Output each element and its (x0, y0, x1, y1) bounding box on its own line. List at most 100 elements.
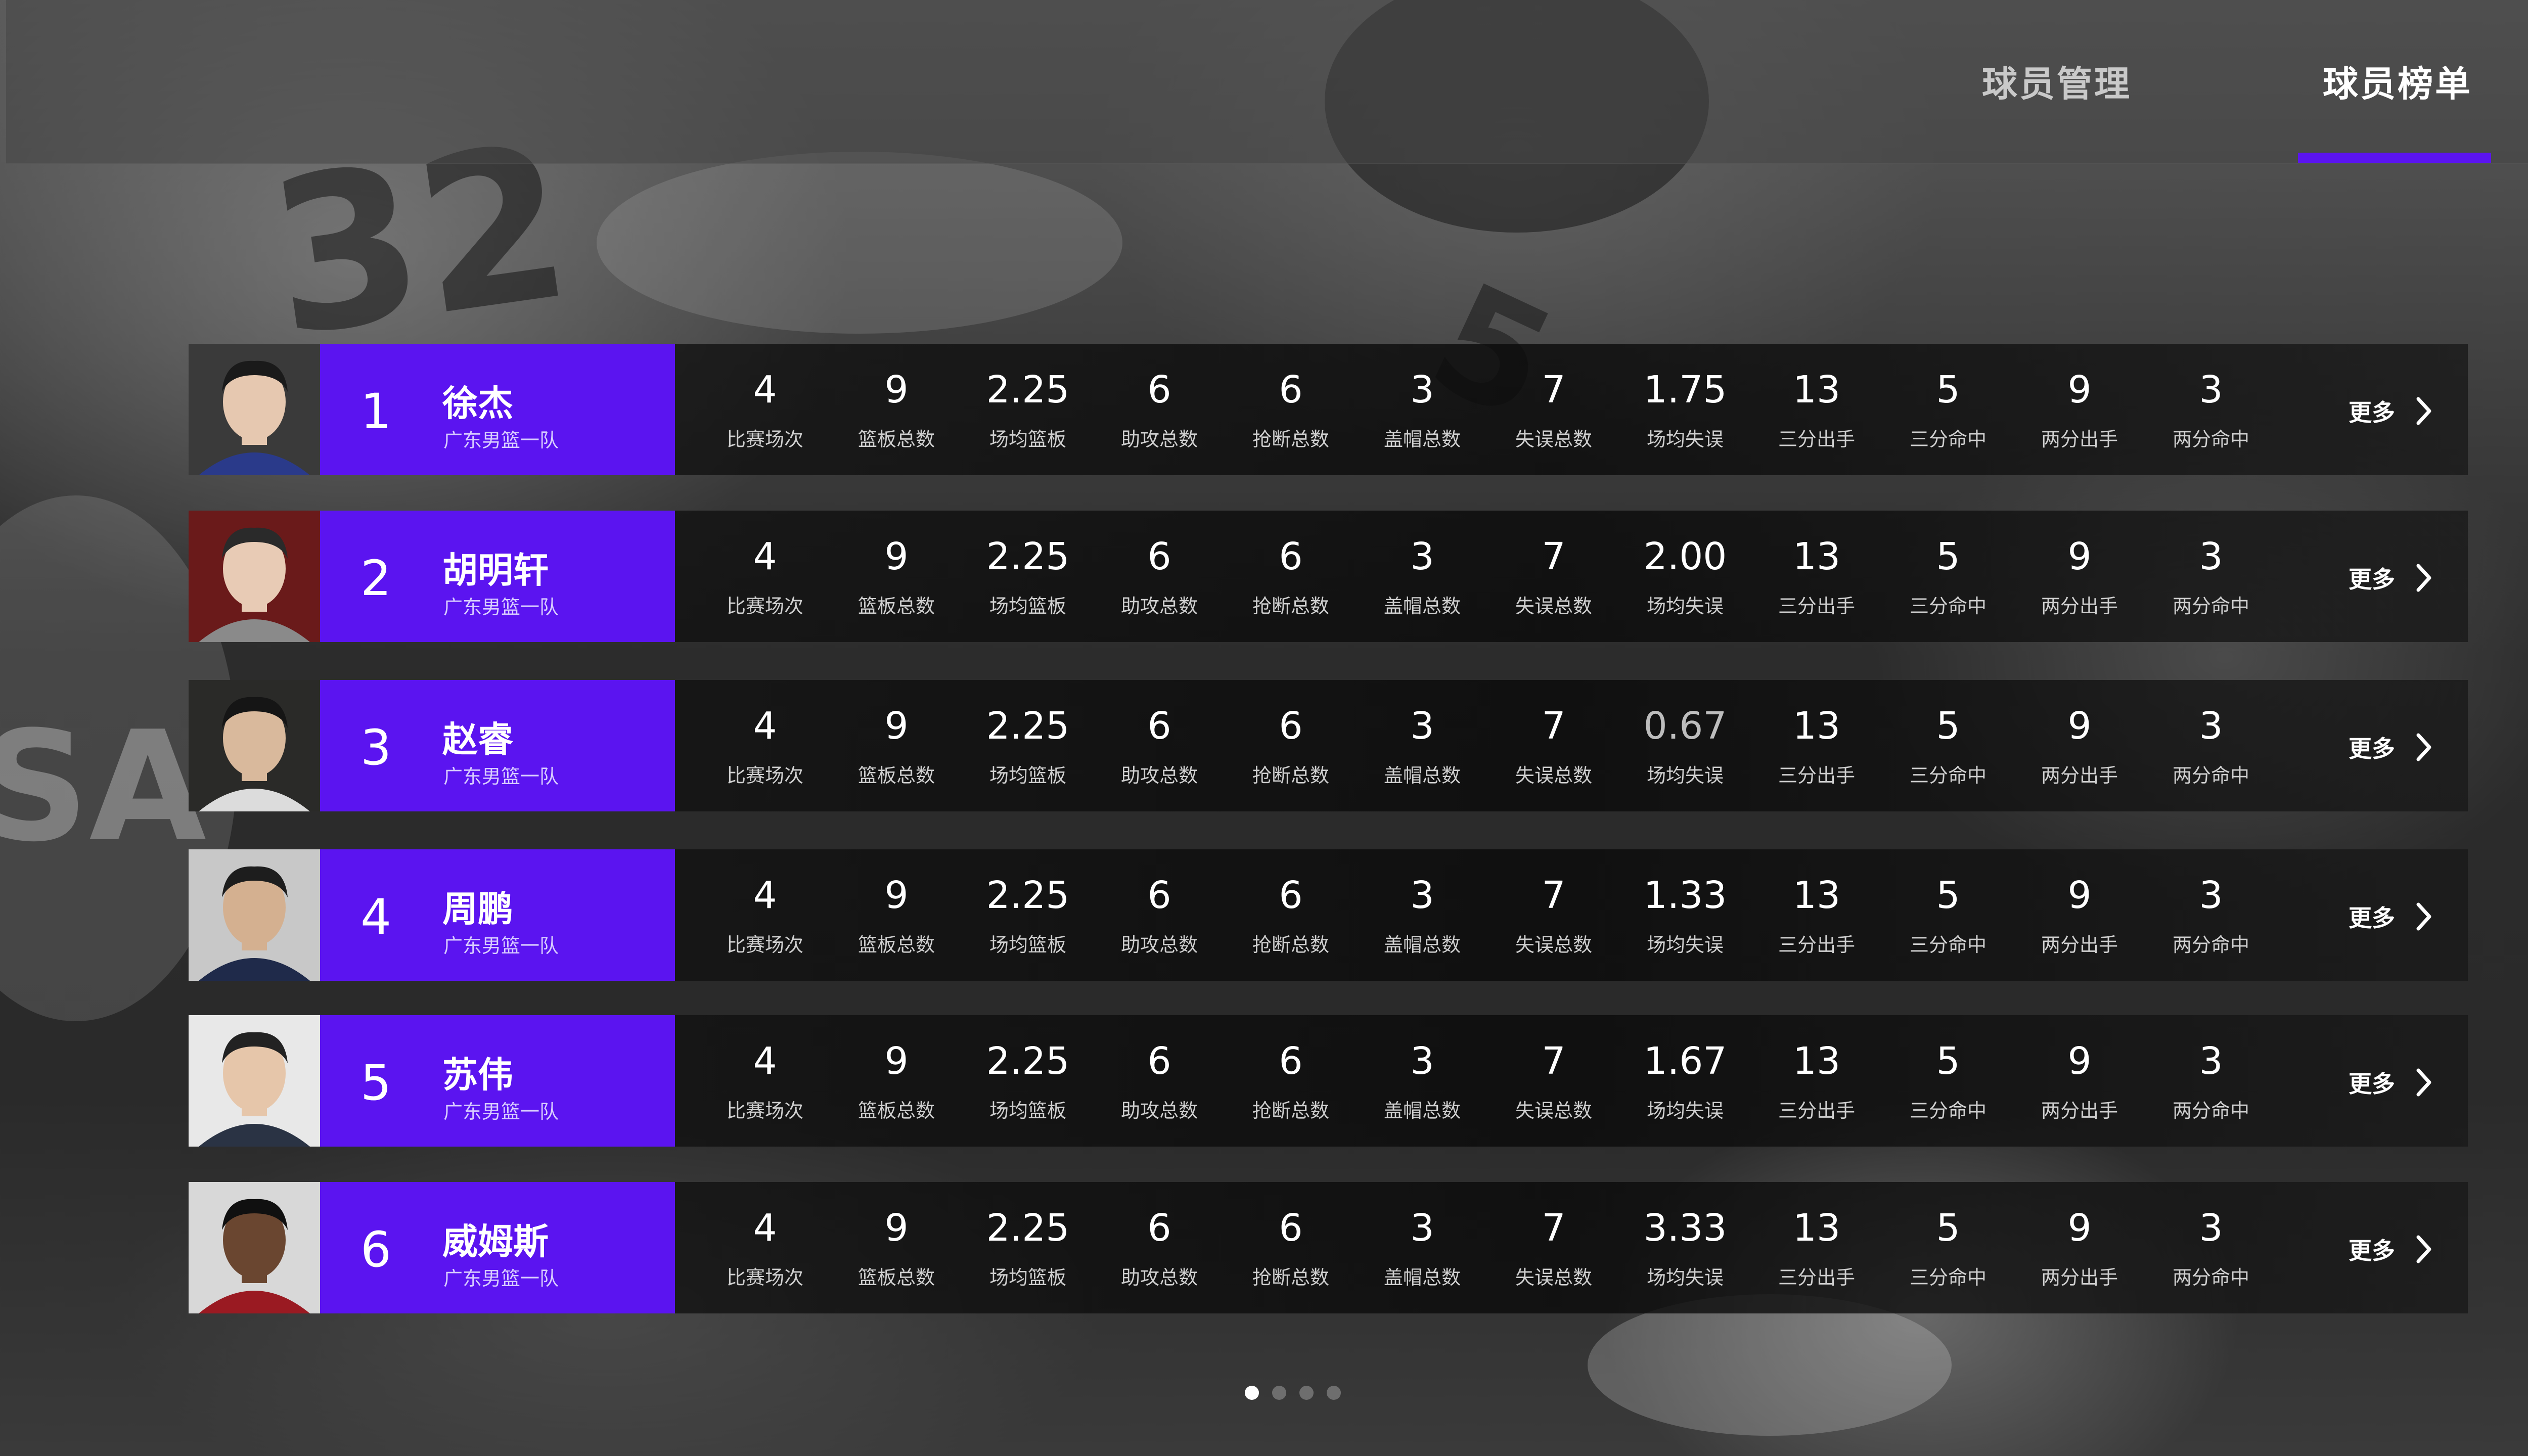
svg-text:SA: SA (0, 699, 207, 875)
stat-cell: 6 抢断总数 (1225, 344, 1357, 475)
stat-label: 两分命中 (2172, 428, 2249, 450)
stat-label: 助攻总数 (1120, 764, 1198, 787)
chevron-right-icon (2415, 732, 2432, 762)
stat-value: 5 (1936, 368, 1960, 412)
stat-label: 失误总数 (1515, 1100, 1592, 1122)
stat-cell: 9 篮板总数 (831, 511, 962, 642)
more-button[interactable]: 更多 (2349, 1221, 2432, 1277)
stat-value: 6 (1279, 1039, 1303, 1083)
page-dot-1[interactable] (1245, 1386, 1259, 1400)
stat-label: 场均失误 (1646, 428, 1724, 450)
stat-label: 比赛场次 (726, 1266, 803, 1289)
stat-cell: 13 三分出手 (1751, 1182, 1882, 1313)
player-name-block: 2 胡明轩 广东男篮一队 (320, 511, 675, 642)
player-row[interactable]: 5 苏伟 广东男篮一队 4 比赛场次 9 篮板总数 2.25 场均篮板 6 助攻总数 6 抢断总数 3 盖帽… (189, 1015, 2468, 1147)
stat-cell: 2.25 场均篮板 (962, 511, 1094, 642)
stat-cell: 3 盖帽总数 (1357, 849, 1488, 981)
more-button[interactable]: 更多 (2349, 383, 2432, 439)
chevron-right-icon (2415, 901, 2432, 932)
page-dot-4[interactable] (1327, 1386, 1341, 1400)
stat-value: 3 (1410, 1039, 1434, 1083)
stat-value: 7 (1542, 1039, 1566, 1083)
stat-label: 抢断总数 (1252, 428, 1329, 450)
stat-value: 7 (1542, 1206, 1566, 1250)
stat-cell: 6 助攻总数 (1094, 849, 1225, 981)
stat-label: 助攻总数 (1120, 428, 1198, 450)
player-row[interactable]: 1 徐杰 广东男篮一队 4 比赛场次 9 篮板总数 2.25 场均篮板 6 助攻总数 6 抢断总数 3 盖帽… (189, 344, 2468, 475)
player-name: 赵睿 (442, 719, 513, 760)
player-row[interactable]: 3 赵睿 广东男篮一队 4 比赛场次 9 篮板总数 2.25 场均篮板 6 助攻总数 6 抢断总数 3 盖帽… (189, 680, 2468, 811)
stat-label: 两分命中 (2172, 1266, 2249, 1289)
player-row[interactable]: 2 胡明轩 广东男篮一队 4 比赛场次 9 篮板总数 2.25 场均篮板 6 助攻总数 6 抢断总数 3 盖… (189, 511, 2468, 642)
stat-label: 失误总数 (1515, 934, 1592, 956)
stat-label: 场均篮板 (989, 595, 1066, 617)
stat-value: 9 (884, 1039, 909, 1083)
stat-value: 9 (884, 874, 909, 917)
stat-cell: 2.25 场均篮板 (962, 849, 1094, 981)
stat-label: 比赛场次 (726, 595, 803, 617)
more-label: 更多 (2349, 1237, 2395, 1264)
stat-label: 盖帽总数 (1383, 764, 1461, 787)
more-button[interactable]: 更多 (2349, 719, 2432, 775)
more-label: 更多 (2349, 399, 2395, 426)
stat-label: 抢断总数 (1252, 764, 1329, 787)
player-rank: 6 (360, 1221, 392, 1278)
stat-label: 场均篮板 (989, 934, 1066, 956)
stat-value: 2.25 (986, 1039, 1070, 1083)
stat-value: 6 (1279, 704, 1303, 748)
stat-value: 5 (1936, 704, 1960, 748)
top-nav-bar (6, 0, 2528, 164)
stat-cell: 9 篮板总数 (831, 1015, 962, 1147)
player-name-block: 5 苏伟 广东男篮一队 (320, 1015, 675, 1147)
chevron-right-icon (2415, 396, 2432, 426)
stat-label: 两分出手 (2041, 764, 2118, 787)
stat-value: 6 (1279, 535, 1303, 578)
player-row[interactable]: 6 威姆斯 广东男篮一队 4 比赛场次 9 篮板总数 2.25 场均篮板 6 助攻总数 6 抢断总数 3 盖… (189, 1182, 2468, 1313)
stat-value: 3 (2199, 1206, 2223, 1250)
stat-value: 6 (1147, 368, 1171, 412)
stat-label: 场均失误 (1646, 764, 1724, 787)
stat-value: 6 (1147, 1206, 1171, 1250)
stat-cell: 4 比赛场次 (699, 680, 831, 811)
stat-label: 助攻总数 (1120, 934, 1198, 956)
stat-label: 盖帽总数 (1383, 1266, 1461, 1289)
more-button[interactable]: 更多 (2349, 889, 2432, 944)
player-rank: 4 (360, 889, 392, 945)
stat-value: 4 (753, 704, 777, 748)
stat-value: 6 (1279, 368, 1303, 412)
stat-label: 两分出手 (2041, 1100, 2118, 1122)
player-rank: 3 (360, 719, 392, 776)
stat-cell: 3 盖帽总数 (1357, 344, 1488, 475)
tab-player-management[interactable]: 球员管理 (1982, 56, 2132, 163)
stat-cell: 5 三分命中 (1882, 1015, 2014, 1147)
stat-label: 场均篮板 (989, 1100, 1066, 1122)
stat-cell: 9 两分出手 (2014, 1182, 2145, 1313)
stat-label: 三分出手 (1778, 764, 1855, 787)
stat-value: 5 (1936, 535, 1960, 578)
more-label: 更多 (2349, 1070, 2395, 1098)
stat-value: 4 (753, 535, 777, 578)
stat-value: 2.25 (986, 1206, 1070, 1250)
player-row[interactable]: 4 周鹏 广东男篮一队 4 比赛场次 9 篮板总数 2.25 场均篮板 6 助攻总数 6 抢断总数 3 盖帽… (189, 849, 2468, 981)
stat-cell: 7 失误总数 (1488, 1182, 1619, 1313)
stat-value: 6 (1147, 1039, 1171, 1083)
stat-label: 篮板总数 (857, 1100, 935, 1122)
stat-label: 三分命中 (1909, 1100, 1987, 1122)
stat-cell: 2.25 场均篮板 (962, 1182, 1094, 1313)
page-dot-2[interactable] (1272, 1386, 1286, 1400)
stat-cell: 0.67 场均失误 (1619, 680, 1751, 811)
stat-cell: 5 三分命中 (1882, 1182, 2014, 1313)
stat-value: 13 (1792, 368, 1841, 412)
stat-value: 13 (1792, 874, 1841, 917)
stat-value: 3 (1410, 874, 1434, 917)
more-button[interactable]: 更多 (2349, 550, 2432, 606)
tab-player-ranking[interactable]: 球员榜单 (2323, 56, 2472, 163)
stat-value: 6 (1147, 535, 1171, 578)
active-tab-indicator (2298, 153, 2491, 163)
page-dot-3[interactable] (1299, 1386, 1314, 1400)
stat-cell: 6 助攻总数 (1094, 680, 1225, 811)
stat-value: 7 (1542, 874, 1566, 917)
stat-label: 篮板总数 (857, 595, 935, 617)
stat-cell: 1.33 场均失误 (1619, 849, 1751, 981)
more-button[interactable]: 更多 (2349, 1055, 2432, 1110)
